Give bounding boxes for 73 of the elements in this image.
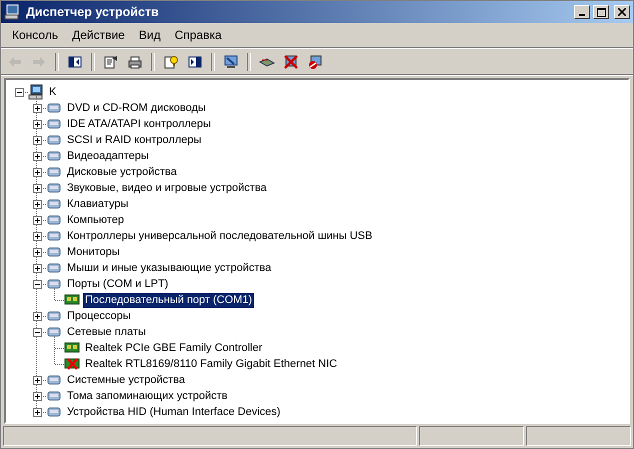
plus-icon bbox=[34, 104, 40, 112]
plus-icon bbox=[34, 408, 40, 416]
collapse-button[interactable] bbox=[14, 88, 24, 96]
maximize-icon bbox=[596, 8, 606, 16]
menu-item[interactable]: Справка bbox=[168, 28, 229, 42]
properties-icon bbox=[103, 54, 119, 70]
tree-item[interactable]: IDE ATA/ATAPI контроллеры bbox=[65, 116, 213, 132]
tree-item[interactable]: Мыши и иные указывающие устройства bbox=[65, 260, 274, 276]
plus-icon bbox=[34, 168, 40, 176]
plus-icon bbox=[34, 232, 40, 240]
tree-item[interactable]: Звуковые, видео и игровые устройства bbox=[65, 180, 269, 196]
plus-icon bbox=[34, 120, 40, 128]
plus-icon bbox=[34, 136, 40, 144]
tree-item[interactable]: Последовательный порт (COM1) bbox=[83, 292, 254, 308]
plus-icon bbox=[34, 152, 40, 160]
tree-item[interactable]: Процессоры bbox=[65, 308, 133, 324]
expand-button[interactable] bbox=[32, 168, 42, 176]
collapse-button[interactable] bbox=[32, 280, 42, 288]
tree-item[interactable]: K bbox=[47, 84, 58, 100]
plus-icon bbox=[34, 200, 40, 208]
plus-icon bbox=[34, 248, 40, 256]
plus-icon bbox=[34, 312, 40, 320]
expand-button[interactable] bbox=[32, 264, 42, 272]
expand-button[interactable] bbox=[32, 200, 42, 208]
pane-icon bbox=[187, 54, 203, 70]
tree-item[interactable]: Сетевые платы bbox=[65, 324, 148, 340]
tree-item[interactable]: DVD и CD-ROM дисководы bbox=[65, 100, 208, 116]
plus-icon bbox=[34, 184, 40, 192]
expand-button[interactable] bbox=[32, 104, 42, 112]
printer-icon bbox=[127, 54, 143, 70]
uninstall-icon bbox=[307, 54, 323, 70]
expand-button[interactable] bbox=[32, 184, 42, 192]
expand-button[interactable] bbox=[32, 216, 42, 224]
plus-icon bbox=[34, 216, 40, 224]
forward-icon bbox=[31, 54, 47, 70]
tree-item[interactable]: Дисковые устройства bbox=[65, 164, 179, 180]
tree-item[interactable]: Мониторы bbox=[65, 244, 122, 260]
expand-button[interactable] bbox=[32, 232, 42, 240]
menu-item[interactable]: Вид bbox=[132, 28, 168, 42]
computer-icon bbox=[28, 84, 44, 100]
monitor-icon bbox=[223, 54, 239, 70]
window-title: Диспетчер устройств bbox=[26, 5, 160, 19]
tree-item[interactable]: Компьютер bbox=[65, 212, 126, 228]
close-icon bbox=[618, 8, 626, 16]
expand-button[interactable] bbox=[32, 376, 42, 384]
expand-button[interactable] bbox=[32, 136, 42, 144]
expand-button[interactable] bbox=[32, 392, 42, 400]
expand-button[interactable] bbox=[32, 408, 42, 416]
tree-item[interactable]: Системные устройства bbox=[65, 372, 188, 388]
tree-item[interactable]: Тома запоминающих устройств bbox=[65, 388, 230, 404]
expand-button[interactable] bbox=[32, 152, 42, 160]
collapse-button[interactable] bbox=[32, 328, 42, 336]
close-button[interactable] bbox=[614, 5, 630, 19]
plus-icon bbox=[34, 376, 40, 384]
expand-button[interactable] bbox=[32, 248, 42, 256]
menu-item[interactable]: Консоль bbox=[5, 28, 66, 42]
plus-icon bbox=[34, 392, 40, 400]
maximize-button[interactable] bbox=[593, 5, 609, 19]
tree-item[interactable]: SCSI и RAID контроллеры bbox=[65, 132, 204, 148]
expand-button[interactable] bbox=[32, 120, 42, 128]
menu-item[interactable]: Действие bbox=[65, 28, 132, 42]
app-icon bbox=[4, 4, 20, 20]
disable-icon bbox=[283, 54, 299, 70]
tree-item[interactable]: Устройства HID (Human Interface Devices) bbox=[65, 404, 282, 420]
minimize-button[interactable] bbox=[574, 5, 590, 19]
plus-icon bbox=[34, 264, 40, 272]
tree-item[interactable]: Контроллеры универсальной последовательной шины USB bbox=[65, 228, 374, 244]
expand-button[interactable] bbox=[32, 312, 42, 320]
tree-item[interactable]: Realtek PCIe GBE Family Controller bbox=[83, 340, 264, 356]
tree-item[interactable]: Видеоадаптеры bbox=[65, 148, 151, 164]
tree-item[interactable]: Порты (COM и LPT) bbox=[65, 276, 170, 292]
pane-icon bbox=[67, 54, 83, 70]
tree-item[interactable]: Клавиатуры bbox=[65, 196, 130, 212]
